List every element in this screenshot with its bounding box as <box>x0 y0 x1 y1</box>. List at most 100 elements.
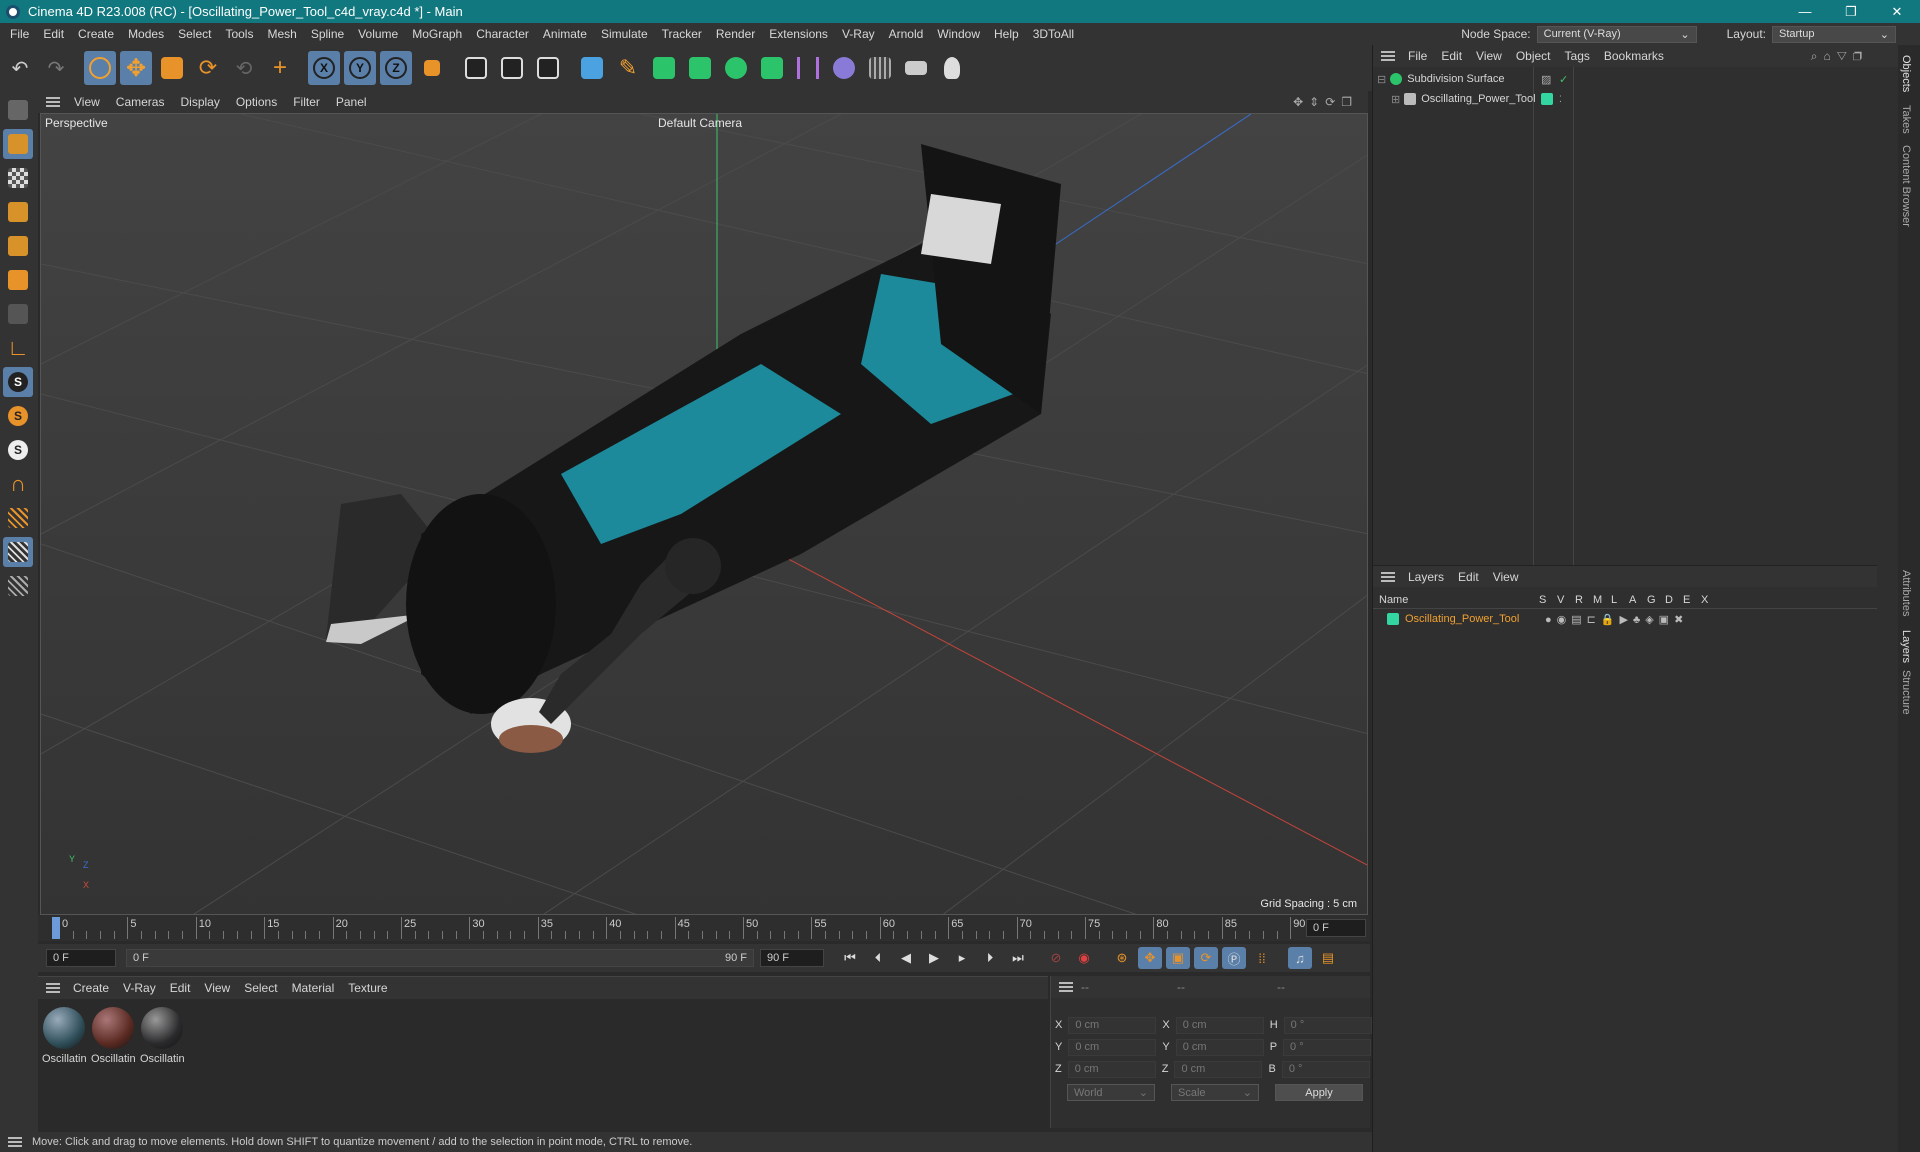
redo-button[interactable]: ↷ <box>40 51 72 85</box>
previous-key-button[interactable]: ⏴ <box>866 947 890 969</box>
tab-content-browser[interactable]: Content Browser <box>1900 145 1912 227</box>
playhead-marker[interactable] <box>52 917 60 939</box>
snap-button[interactable]: S <box>3 367 33 397</box>
autokey-button[interactable]: ◉ <box>1072 947 1096 969</box>
object-manager-tool-icons[interactable]: ⌕⌂▽❐ <box>1811 49 1868 64</box>
edges-mode-button[interactable] <box>3 231 33 261</box>
visibility-dots-icon[interactable]: ⁚ <box>1559 94 1562 105</box>
subdivision-button[interactable] <box>648 51 680 85</box>
frame-range-slider[interactable]: 0 F 90 F <box>126 949 754 967</box>
cloner-button[interactable] <box>720 51 752 85</box>
key-rotation-button[interactable]: ⟳ <box>1194 947 1218 969</box>
make-editable-button[interactable] <box>3 95 33 125</box>
rotation-h-field[interactable]: 0 ° <box>1283 1016 1372 1034</box>
render-settings-button[interactable] <box>532 51 564 85</box>
current-frame-field[interactable]: 0 F <box>1306 919 1366 937</box>
next-key-button[interactable]: ⏵ <box>978 947 1002 969</box>
x-axis-button[interactable]: X <box>308 51 340 85</box>
timeline-ruler[interactable]: 0 5 10 15 20 25 30 35 40 45 50 55 60 65 70 75 80 85 90 0 F <box>38 915 1370 941</box>
position-y-field[interactable]: 0 cm <box>1068 1038 1157 1056</box>
add-tool-button[interactable]: + <box>264 51 296 85</box>
z-axis-button[interactable]: Z <box>380 51 412 85</box>
material-menu-vray[interactable]: V-Ray <box>116 981 163 995</box>
move-tool-button[interactable]: ✥ <box>120 51 152 85</box>
go-to-start-button[interactable]: ⏮ <box>838 947 862 969</box>
size-z-field[interactable]: 0 cm <box>1174 1060 1263 1078</box>
hamburger-menu-icon[interactable] <box>8 1137 22 1147</box>
hamburger-menu-icon[interactable] <box>46 983 60 993</box>
layer-toggle-icons[interactable]: ●◉▤⊏🔒▶♣◈▣✖ <box>1545 613 1688 626</box>
timeline-button[interactable]: ♫ <box>1288 947 1312 969</box>
menu-window[interactable]: Window <box>930 27 987 41</box>
points-mode-button[interactable] <box>3 197 33 227</box>
object-menu-object[interactable]: Object <box>1509 49 1558 63</box>
key-points-button[interactable]: ⁞⁞ <box>1250 947 1274 969</box>
tab-attributes[interactable]: Attributes <box>1900 570 1912 616</box>
tab-objects[interactable]: Objects <box>1900 55 1912 92</box>
camera-name-label[interactable]: Default Camera <box>658 116 742 130</box>
position-z-field[interactable]: 0 cm <box>1067 1060 1156 1078</box>
layer-color-swatch[interactable] <box>1387 613 1399 625</box>
snap-settings-button[interactable]: S <box>3 401 33 431</box>
layer-menu-view[interactable]: View <box>1486 570 1526 584</box>
menu-mesh[interactable]: Mesh <box>260 27 303 41</box>
coordinate-mode-select[interactable]: World ⌄ <box>1067 1084 1155 1101</box>
pen-spline-button[interactable]: ✎ <box>612 51 644 85</box>
key-position-button[interactable]: ✥ <box>1138 947 1162 969</box>
snap-workplane-button[interactable]: S <box>3 435 33 465</box>
material-menu-create[interactable]: Create <box>66 981 116 995</box>
viewport-menu-cameras[interactable]: Cameras <box>108 95 173 109</box>
menu-volume[interactable]: Volume <box>351 27 405 41</box>
material-menu-material[interactable]: Material <box>285 981 342 995</box>
material-menu-texture[interactable]: Texture <box>341 981 394 995</box>
menu-tracker[interactable]: Tracker <box>655 27 709 41</box>
rotation-p-field[interactable]: 0 ° <box>1283 1038 1372 1056</box>
minimize-button[interactable]: — <box>1782 0 1828 23</box>
object-menu-edit[interactable]: Edit <box>1434 49 1469 63</box>
field-button[interactable] <box>828 51 860 85</box>
end-frame-field[interactable]: 90 F <box>760 949 824 967</box>
menu-select[interactable]: Select <box>171 27 218 41</box>
menu-character[interactable]: Character <box>469 27 536 41</box>
layer-color-swatch[interactable] <box>1541 93 1553 105</box>
hamburger-menu-icon[interactable] <box>1381 51 1395 61</box>
viewport-menu-display[interactable]: Display <box>172 95 227 109</box>
hamburger-menu-icon[interactable] <box>1381 571 1395 582</box>
menu-3dtoall[interactable]: 3DToAll <box>1026 27 1081 41</box>
material-swatch[interactable]: Oscillatin <box>42 1007 87 1065</box>
record-keys-button[interactable]: ⊘ <box>1044 947 1068 969</box>
floor-button[interactable] <box>864 51 896 85</box>
workplane-lock-button[interactable] <box>3 571 33 601</box>
menu-extensions[interactable]: Extensions <box>762 27 835 41</box>
layer-menu-layers[interactable]: Layers <box>1401 570 1451 584</box>
node-space-select[interactable]: Current (V-Ray) ⌄ <box>1536 25 1697 43</box>
layout-select[interactable]: Startup ⌄ <box>1772 25 1896 43</box>
apply-button[interactable]: Apply <box>1275 1084 1363 1101</box>
render-picture-viewer-button[interactable] <box>496 51 528 85</box>
key-all-button[interactable]: ⊛ <box>1110 947 1134 969</box>
coordinate-system-button[interactable] <box>416 51 448 85</box>
material-swatch[interactable]: Oscillatin <box>140 1007 185 1065</box>
previous-frame-button[interactable]: ◀ <box>894 947 918 969</box>
motion-system-button[interactable]: ▤ <box>1316 947 1340 969</box>
viewport-navigation-icons[interactable]: ✥⇕⟳❐ <box>1293 95 1358 109</box>
menu-edit[interactable]: Edit <box>36 27 71 41</box>
object-row-subdivision-surface[interactable]: ⊟ Subdivision Surface ▨ ✓ <box>1377 69 1568 89</box>
menu-file[interactable]: File <box>0 27 36 41</box>
menu-create[interactable]: Create <box>71 27 121 41</box>
workplane-grid-button[interactable] <box>3 537 33 567</box>
rotation-b-field[interactable]: 0 ° <box>1281 1060 1370 1078</box>
layer-menu-edit[interactable]: Edit <box>1451 570 1486 584</box>
scale-tool-button[interactable] <box>156 51 188 85</box>
uv-mode-button[interactable] <box>3 299 33 329</box>
workplane-button[interactable] <box>3 503 33 533</box>
object-row-oscillating-power-tool[interactable]: ⊞ Oscillating_Power_Tool ⁚ <box>1391 89 1562 109</box>
menu-modes[interactable]: Modes <box>121 27 171 41</box>
tab-takes[interactable]: Takes <box>1900 105 1912 134</box>
layer-row-oscillating-power-tool[interactable]: Oscillating_Power_Tool ●◉▤⊏🔒▶♣◈▣✖ <box>1387 609 1867 629</box>
material-menu-view[interactable]: View <box>197 981 237 995</box>
camera-button[interactable] <box>900 51 932 85</box>
next-frame-button[interactable]: ▸ <box>950 947 974 969</box>
y-axis-button[interactable]: Y <box>344 51 376 85</box>
viewport-menu-filter[interactable]: Filter <box>285 95 328 109</box>
